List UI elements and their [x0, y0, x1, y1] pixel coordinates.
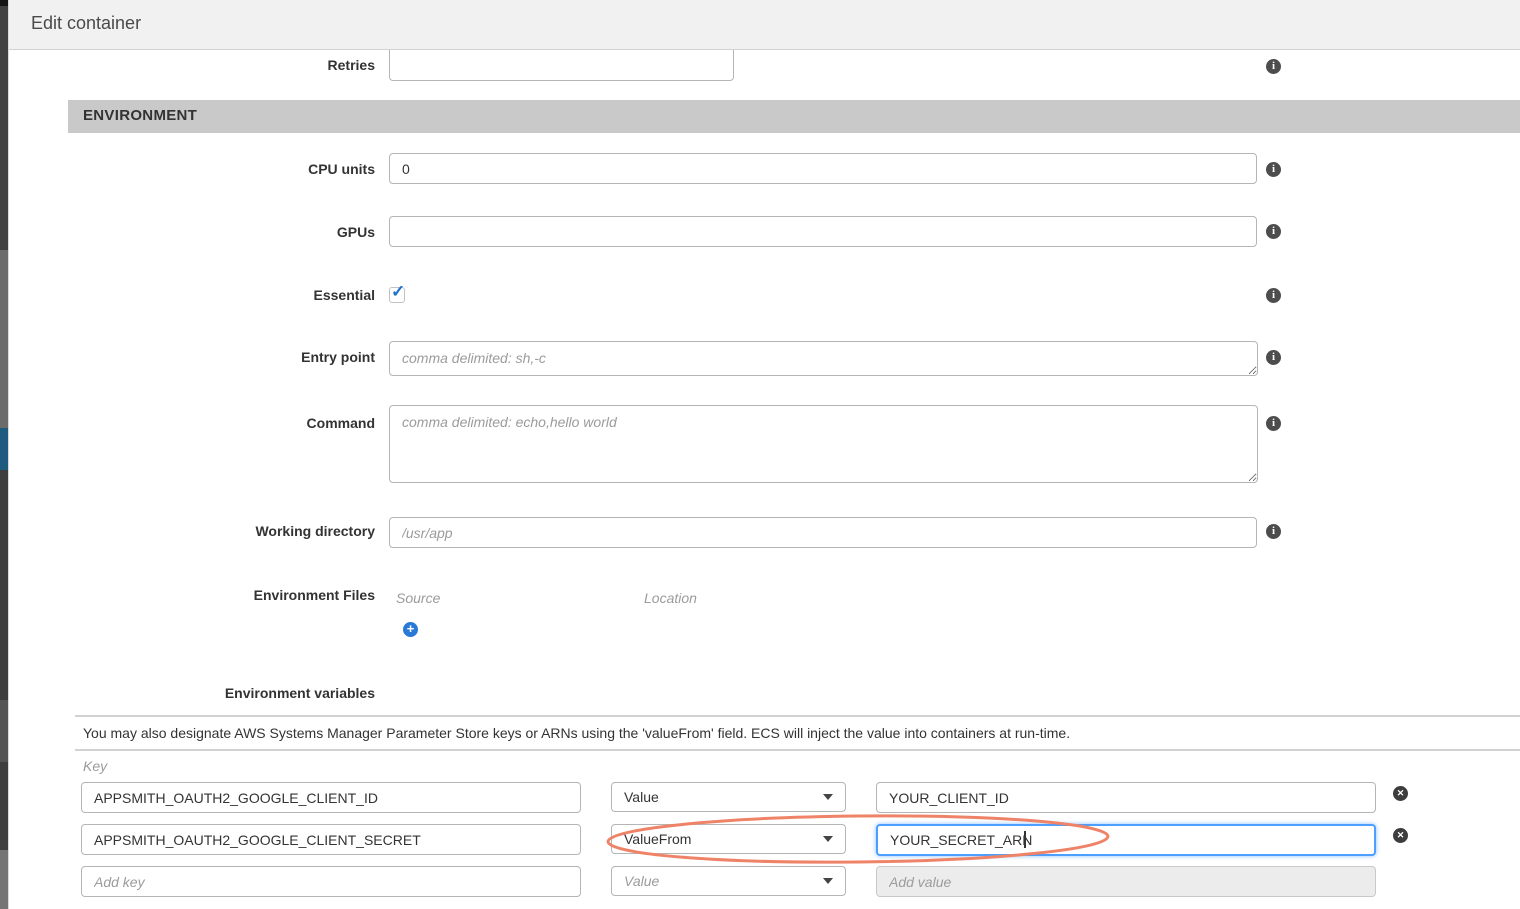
entry-point-input[interactable]	[389, 341, 1258, 376]
env-var-type-dropdown[interactable]: Value	[611, 866, 846, 896]
modal-header: Edit container	[9, 0, 1520, 50]
cpu-units-input[interactable]	[389, 153, 1257, 184]
info-icon[interactable]: i	[1266, 224, 1281, 239]
environment-variables-label: Environment variables	[9, 685, 375, 701]
remove-row-button[interactable]: ✕	[1393, 786, 1408, 801]
info-icon[interactable]: i	[1266, 416, 1281, 431]
env-var-type-dropdown[interactable]: Value	[611, 782, 846, 812]
env-var-value-input-disabled	[876, 866, 1376, 897]
background-page-edge-selected-step	[0, 428, 8, 470]
edit-container-screen: Edit container Retries i ENVIRONMENT CPU…	[0, 0, 1520, 909]
key-column-header: Key	[83, 758, 107, 774]
env-vars-note: You may also designate AWS Systems Manag…	[83, 725, 1070, 741]
remove-icon: ✕	[1397, 830, 1405, 840]
env-var-value-input[interactable]	[876, 782, 1376, 813]
background-page-edge	[0, 850, 8, 909]
env-files-source-header: Source	[396, 590, 440, 606]
entry-point-label: Entry point	[9, 349, 375, 365]
environment-section-header: ENVIRONMENT	[68, 100, 1520, 133]
modal-title: Edit container	[31, 13, 141, 34]
background-page-edge	[0, 470, 8, 700]
chevron-down-icon	[823, 878, 833, 884]
cpu-units-label: CPU units	[9, 161, 375, 177]
dropdown-selected-label: Value	[624, 873, 659, 889]
gpus-label: GPUs	[9, 224, 375, 240]
retries-label: Retries	[9, 57, 375, 73]
command-label: Command	[9, 415, 375, 431]
env-var-value-input-focused[interactable]	[876, 824, 1376, 856]
environment-section-title: ENVIRONMENT	[83, 107, 197, 124]
gpus-input[interactable]	[389, 216, 1257, 247]
plus-icon: +	[407, 621, 415, 636]
chevron-down-icon	[823, 794, 833, 800]
edit-container-modal: Edit container Retries i ENVIRONMENT CPU…	[8, 0, 1520, 909]
background-page-edge	[0, 762, 8, 850]
working-directory-input[interactable]	[389, 517, 1257, 548]
dropdown-selected-label: ValueFrom	[624, 831, 691, 847]
chevron-down-icon	[823, 836, 833, 842]
background-page-edge	[0, 700, 8, 762]
command-input[interactable]	[389, 405, 1258, 483]
info-icon[interactable]: i	[1266, 59, 1281, 74]
add-environment-file-button[interactable]: +	[403, 622, 418, 637]
env-var-type-dropdown[interactable]: ValueFrom	[611, 824, 846, 854]
info-icon[interactable]: i	[1266, 350, 1281, 365]
info-icon[interactable]: i	[1266, 162, 1281, 177]
essential-checkbox[interactable]: ✓	[389, 287, 405, 303]
dropdown-selected-label: Value	[624, 789, 659, 805]
env-var-key-input[interactable]	[81, 782, 581, 813]
checkmark-icon: ✓	[391, 282, 405, 302]
essential-label: Essential	[9, 287, 375, 303]
divider	[75, 715, 1520, 717]
env-files-location-header: Location	[644, 590, 697, 606]
env-var-key-input[interactable]	[81, 824, 581, 855]
background-page-edge	[0, 6, 8, 250]
info-icon[interactable]: i	[1266, 288, 1281, 303]
info-icon[interactable]: i	[1266, 524, 1281, 539]
working-directory-label: Working directory	[9, 523, 375, 539]
environment-files-label: Environment Files	[9, 587, 375, 603]
remove-row-button[interactable]: ✕	[1393, 828, 1408, 843]
divider	[75, 749, 1520, 751]
remove-icon: ✕	[1397, 788, 1405, 798]
env-var-key-input[interactable]	[81, 866, 581, 897]
background-page-edge	[0, 250, 8, 428]
text-cursor	[1024, 831, 1026, 848]
